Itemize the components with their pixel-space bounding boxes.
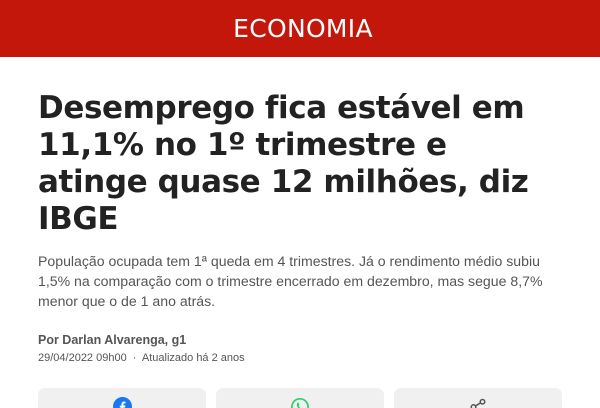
published-date: 29/04/2022 09h00: [38, 352, 127, 364]
article-meta: 29/04/2022 09h00 · Atualizado há 2 anos: [38, 352, 562, 364]
share-whatsapp-button[interactable]: [216, 388, 384, 408]
article-byline: Por Darlan Alvarenga, g1: [38, 333, 187, 347]
whatsapp-icon: [291, 397, 309, 408]
share-icon: [470, 398, 486, 408]
updated-date: Atualizado há 2 anos: [141, 352, 245, 364]
share-facebook-button[interactable]: [38, 388, 206, 408]
article-subtitle: População ocupada tem 1ª queda em 4 trim…: [38, 253, 543, 309]
share-more-button[interactable]: [394, 388, 562, 408]
section-title[interactable]: ECONOMIA: [233, 14, 373, 43]
meta-separator: ·: [132, 352, 137, 364]
article: Desemprego fica estável em 11,1% no 1º t…: [0, 90, 600, 408]
section-header: ECONOMIA: [0, 0, 600, 57]
facebook-icon: [112, 397, 132, 408]
article-headline: Desemprego fica estável em 11,1% no 1º t…: [38, 90, 529, 237]
share-bar: [38, 388, 562, 408]
